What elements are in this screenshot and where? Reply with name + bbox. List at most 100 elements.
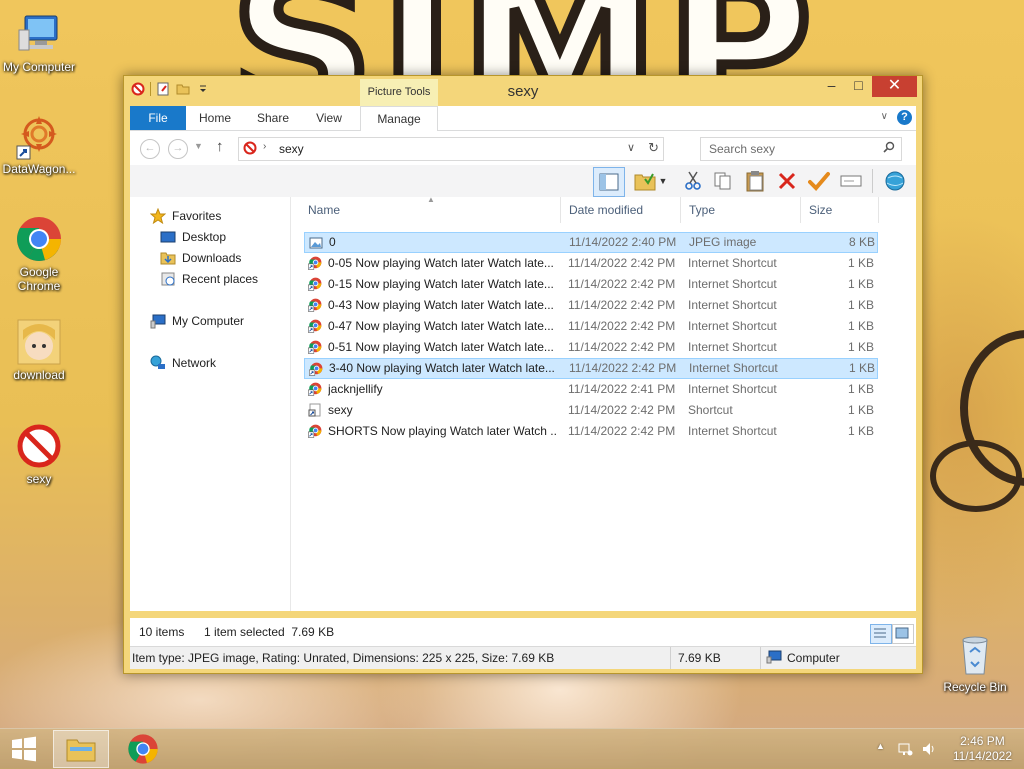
navigation-bar: ← → ▼ ↑ › sexy ∨ ↻ Search sexy bbox=[130, 131, 916, 165]
file-size: 1 KB bbox=[847, 424, 874, 438]
recycle-bin-icon bbox=[951, 630, 999, 678]
tab-view[interactable]: View bbox=[306, 106, 352, 130]
window-title: sexy bbox=[507, 83, 539, 100]
refresh-icon[interactable]: ↻ bbox=[648, 140, 659, 156]
navigation-pane: Favorites Desktop Downloads Recent place… bbox=[130, 197, 291, 611]
volume-icon[interactable] bbox=[921, 741, 937, 760]
chrome-shortcut-icon bbox=[308, 382, 322, 396]
file-name: 0-05 Now playing Watch later Watch late.… bbox=[328, 256, 554, 270]
copy-icon[interactable] bbox=[710, 169, 736, 193]
large-icons-view-button[interactable] bbox=[892, 624, 914, 644]
selection-info: 1 item selected 7.69 KB bbox=[204, 625, 335, 639]
file-row[interactable]: 0-15 Now playing Watch later Watch late.… bbox=[304, 274, 878, 295]
nav-item-downloads[interactable]: Downloads bbox=[160, 248, 241, 268]
file-type: Shortcut bbox=[688, 403, 733, 417]
chrome-icon bbox=[15, 215, 63, 263]
rename-check-icon[interactable] bbox=[806, 169, 832, 193]
organize-dropdown-icon[interactable]: ▼ bbox=[656, 169, 670, 193]
tab-file[interactable]: File bbox=[130, 106, 186, 130]
title-bar[interactable]: Picture Tools sexy – □ ✕ bbox=[124, 76, 922, 106]
file-explorer-icon bbox=[66, 739, 96, 762]
file-date: 11/14/2022 2:42 PM bbox=[568, 277, 676, 291]
maximize-button[interactable]: □ bbox=[845, 76, 872, 97]
tab-home[interactable]: Home bbox=[192, 106, 238, 130]
desktop-icon-my-computer[interactable]: My Computer bbox=[1, 10, 77, 74]
item-details: Item type: JPEG image, Rating: Unrated, … bbox=[132, 651, 555, 665]
desktop-icon-datawagon[interactable]: DataWagon... bbox=[1, 112, 77, 176]
taskbar-chrome[interactable] bbox=[115, 730, 171, 768]
search-input[interactable]: Search sexy bbox=[700, 137, 902, 161]
cut-icon[interactable] bbox=[680, 169, 706, 193]
folder-properties-icon[interactable] bbox=[632, 169, 658, 193]
details-view-button[interactable] bbox=[870, 624, 892, 644]
file-row[interactable]: 0-43 Now playing Watch later Watch late.… bbox=[304, 295, 878, 316]
file-type: Internet Shortcut bbox=[688, 382, 777, 396]
file-row[interactable]: SHORTS Now playing Watch later Watch ...… bbox=[304, 421, 878, 442]
nav-item-desktop[interactable]: Desktop bbox=[160, 227, 226, 247]
recent-places-icon bbox=[160, 271, 176, 287]
nav-item-recent-places[interactable]: Recent places bbox=[160, 269, 258, 289]
file-row[interactable]: 0-05 Now playing Watch later Watch late.… bbox=[304, 253, 878, 274]
taskbar-file-explorer[interactable] bbox=[53, 730, 109, 768]
nav-item-network[interactable]: Network bbox=[150, 353, 216, 373]
file-row[interactable]: jacknjellify 11/14/2022 2:41 PM Internet S… bbox=[304, 379, 878, 400]
start-button[interactable] bbox=[0, 730, 48, 768]
desktop-icon-download[interactable]: download bbox=[1, 318, 77, 382]
nav-item-favorites[interactable]: Favorites bbox=[149, 206, 222, 226]
file-type: JPEG image bbox=[689, 235, 757, 249]
desktop-icon-google-chrome[interactable]: Google Chrome bbox=[1, 215, 77, 293]
paste-icon[interactable] bbox=[742, 169, 768, 193]
column-header-size[interactable]: Size bbox=[801, 197, 879, 223]
file-row[interactable]: 3-40 Now playing Watch later Watch late.… bbox=[304, 358, 878, 379]
file-row[interactable]: 0-51 Now playing Watch later Watch late.… bbox=[304, 337, 878, 358]
command-toolbar: ▼ bbox=[130, 165, 916, 197]
show-hidden-icons[interactable]: ▲ bbox=[876, 741, 885, 751]
search-icon[interactable] bbox=[883, 141, 895, 156]
column-header-type[interactable]: Type bbox=[681, 197, 801, 223]
shortcut-icon bbox=[308, 403, 322, 417]
file-row[interactable]: 0 11/14/2022 2:40 PM JPEG image 8 KB bbox=[304, 232, 878, 253]
close-button[interactable]: ✕ bbox=[872, 76, 917, 97]
nav-label: Recent places bbox=[182, 272, 259, 286]
breadcrumb-chevron-icon[interactable]: › bbox=[263, 141, 266, 152]
help-icon[interactable]: ? bbox=[897, 110, 912, 125]
file-name: 0-47 Now playing Watch later Watch late.… bbox=[328, 319, 554, 333]
wallpaper-drawing bbox=[930, 440, 1022, 512]
nav-label: Desktop bbox=[182, 230, 227, 244]
file-name: sexy bbox=[328, 403, 353, 417]
file-size: 1 KB bbox=[847, 277, 874, 291]
column-header-date[interactable]: Date modified bbox=[561, 197, 681, 223]
column-header-name[interactable]: Name bbox=[300, 197, 561, 223]
desktop-icon-label: Google Chrome bbox=[17, 265, 61, 293]
recent-locations-icon[interactable]: ▼ bbox=[194, 141, 203, 151]
details-bar: Item type: JPEG image, Rating: Unrated, … bbox=[130, 646, 916, 669]
desktop-icon-recycle-bin[interactable]: Recycle Bin bbox=[937, 630, 1013, 694]
minimize-button[interactable]: – bbox=[818, 76, 845, 97]
nav-item-my-computer[interactable]: My Computer bbox=[150, 311, 244, 331]
globe-icon[interactable] bbox=[882, 169, 908, 193]
system-clock[interactable]: 2:46 PM 11/14/2022 bbox=[953, 734, 1012, 764]
rename-field-icon[interactable] bbox=[838, 169, 864, 193]
address-dropdown-icon[interactable]: ∨ bbox=[627, 141, 635, 154]
no-entry-icon bbox=[15, 422, 63, 470]
nav-label: My Computer bbox=[172, 314, 245, 328]
tab-manage[interactable]: Manage bbox=[360, 106, 438, 131]
nav-label: Favorites bbox=[172, 209, 222, 223]
expand-ribbon-icon[interactable]: ∨ bbox=[881, 111, 888, 122]
delete-icon[interactable] bbox=[774, 169, 800, 193]
forward-button[interactable]: → bbox=[168, 139, 188, 159]
file-row[interactable]: sexy 11/14/2022 2:42 PM Shortcut 1 KB bbox=[304, 400, 878, 421]
image-icon bbox=[309, 236, 323, 250]
breadcrumb-segment[interactable]: sexy bbox=[279, 142, 304, 156]
tab-share[interactable]: Share bbox=[248, 106, 298, 130]
preview-pane-button[interactable] bbox=[593, 167, 625, 197]
no-entry-icon bbox=[243, 141, 257, 158]
up-button[interactable]: ↑ bbox=[216, 138, 224, 155]
file-date: 11/14/2022 2:40 PM bbox=[569, 235, 677, 249]
computer-icon bbox=[150, 313, 166, 329]
back-button[interactable]: ← bbox=[140, 139, 160, 159]
address-bar[interactable]: › sexy ∨ ↻ bbox=[238, 137, 664, 161]
desktop-icon-sexy[interactable]: sexy bbox=[1, 422, 77, 486]
network-tray-icon[interactable] bbox=[897, 741, 913, 760]
file-row[interactable]: 0-47 Now playing Watch later Watch late.… bbox=[304, 316, 878, 337]
